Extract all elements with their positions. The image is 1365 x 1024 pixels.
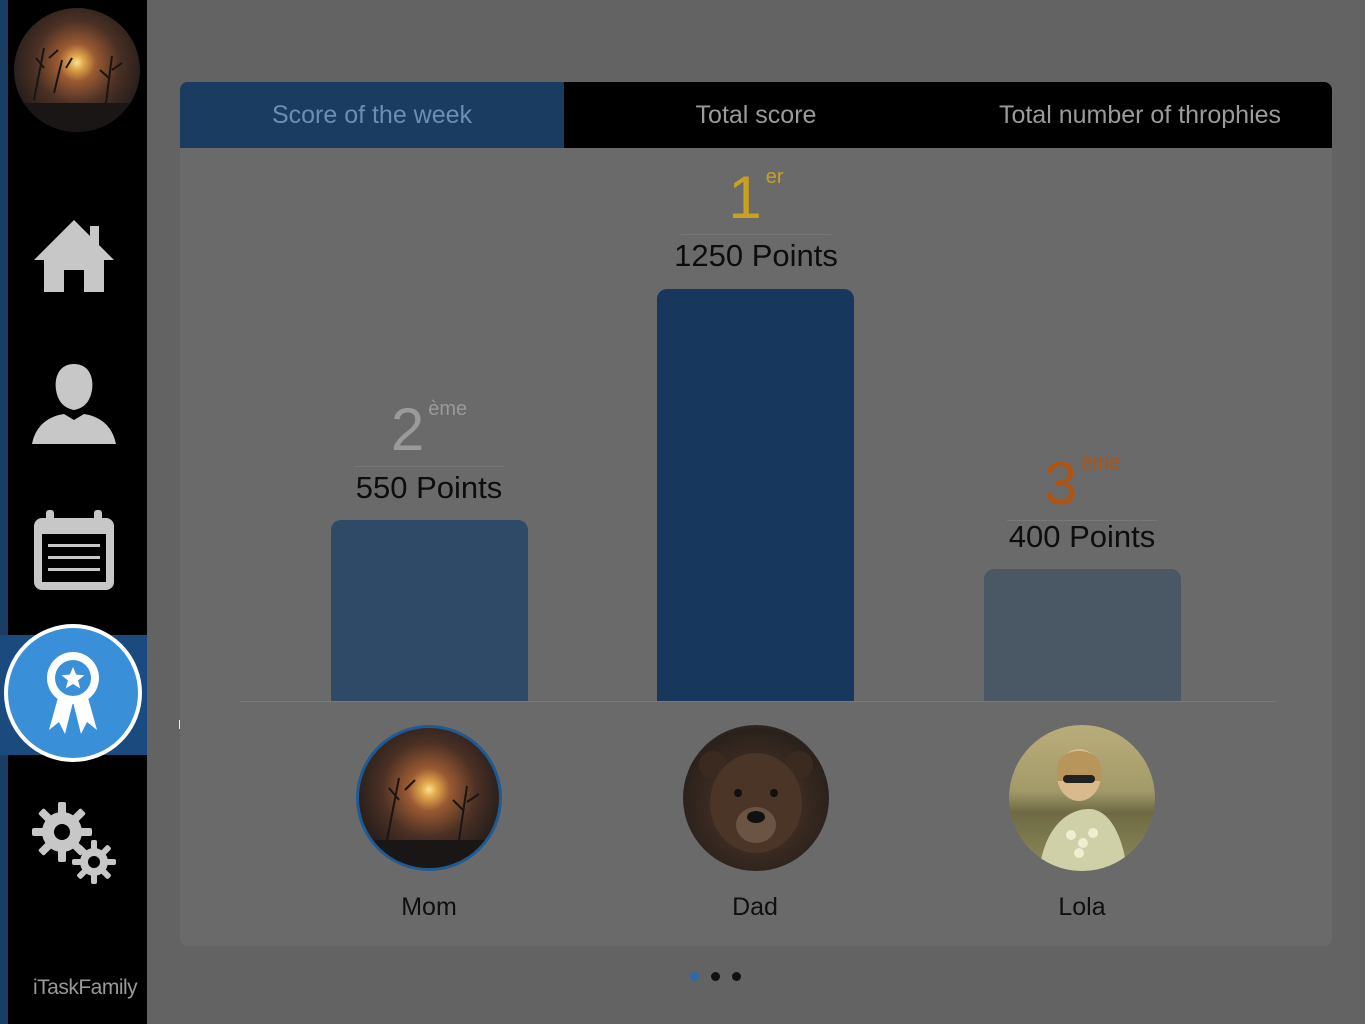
leaderboard-panel: Score of the week Total score Total numb…	[180, 82, 1332, 946]
user-avatar[interactable]	[14, 8, 140, 132]
rank-suffix: ème	[428, 398, 468, 420]
points-label-dad: 1250 Points	[674, 238, 838, 273]
home-icon[interactable]	[30, 212, 118, 300]
awards-nav-button[interactable]	[4, 624, 142, 762]
name-dad: Dad	[732, 893, 778, 921]
award-ribbon-icon	[47, 652, 99, 734]
page-indicator[interactable]	[690, 972, 741, 981]
rank-suffix: er	[765, 166, 784, 188]
avatar-mom[interactable]	[356, 725, 502, 871]
name-mom: Mom	[401, 893, 457, 921]
rank-label-mom: 2 ème	[299, 398, 559, 467]
tab-total-score[interactable]: Total score	[564, 82, 948, 148]
tab-score-of-the-week[interactable]: Score of the week	[180, 82, 564, 148]
score-bar-dad	[657, 289, 854, 701]
score-bar-mom	[331, 520, 528, 701]
rank-number: 2	[390, 396, 425, 463]
points-label-lola: 400 Points	[1008, 519, 1156, 554]
sidebar-edge	[0, 0, 8, 1024]
score-tabs: Score of the week Total score Total numb…	[180, 82, 1332, 148]
avatar-lola[interactable]	[1009, 725, 1155, 871]
rank-divider	[681, 234, 831, 235]
person-icon[interactable]	[30, 358, 118, 446]
rank-suffix: ème	[1081, 452, 1121, 474]
avatar-dad[interactable]	[683, 725, 829, 871]
rank-label-lola: 3 ème	[952, 452, 1212, 521]
page-dot-2[interactable]	[711, 972, 720, 981]
score-bar-lola	[984, 569, 1181, 701]
sidebar: iTaskFamily	[0, 0, 147, 1024]
calendar-icon[interactable]	[30, 506, 118, 594]
points-label-mom: 550 Points	[355, 470, 503, 505]
gears-icon[interactable]	[30, 800, 118, 888]
rank-label-dad: 1 er	[626, 166, 886, 235]
page-dot-1[interactable]	[690, 972, 699, 981]
chart-baseline	[240, 701, 1276, 702]
rank-number: 3	[1043, 450, 1078, 517]
page-dot-3[interactable]	[732, 972, 741, 981]
name-lola: Lola	[1058, 893, 1106, 921]
tab-total-trophies[interactable]: Total number of throphies	[948, 82, 1332, 148]
rank-divider	[354, 466, 504, 467]
app-logo: iTaskFamily	[33, 976, 138, 999]
rank-number: 1	[728, 164, 762, 231]
